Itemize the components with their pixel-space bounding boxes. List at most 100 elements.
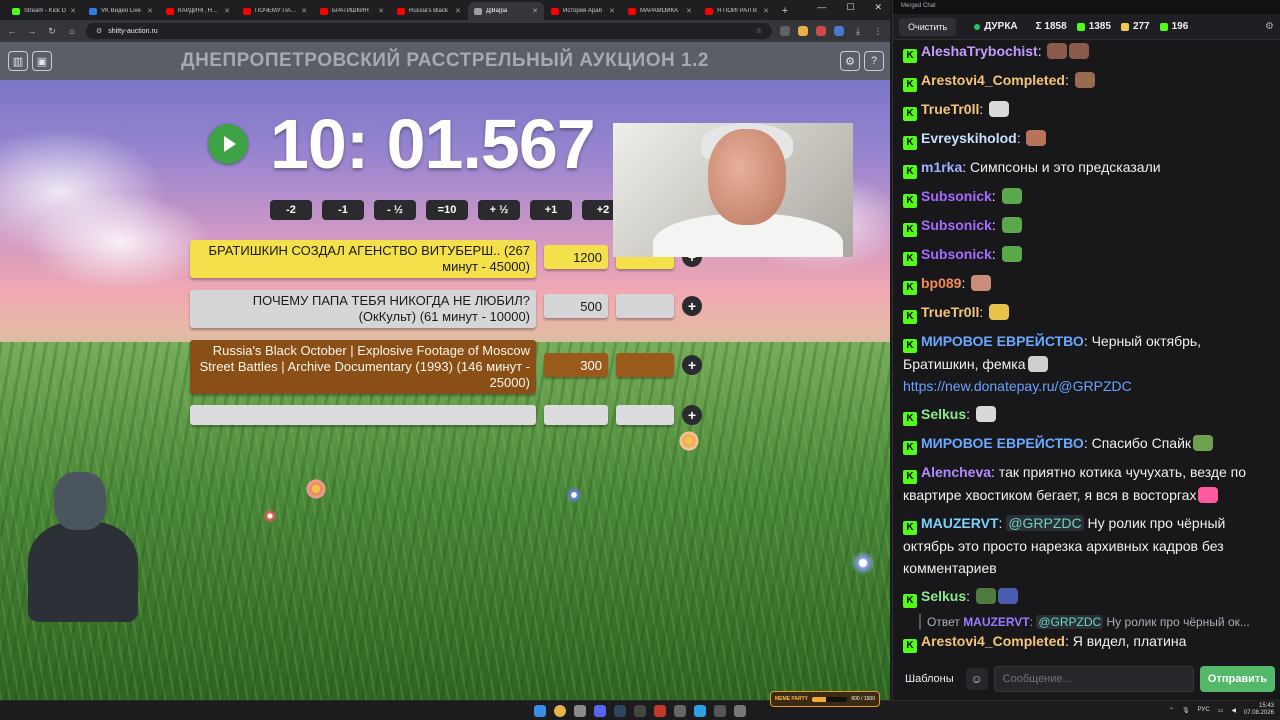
lot-amount-field[interactable]: 500 bbox=[544, 294, 608, 318]
save-icon[interactable]: ▣ bbox=[32, 51, 52, 71]
chat-username[interactable]: Alencheva bbox=[921, 464, 991, 480]
clock[interactable]: 15:43 07.08.2026 bbox=[1244, 703, 1274, 717]
telegram-icon[interactable] bbox=[694, 704, 706, 717]
tab-close-icon[interactable]: ✕ bbox=[301, 7, 307, 15]
lot-name[interactable]: ПОЧЕМУ ПАПА ТЕБЯ НИКОГДА НЕ ЛЮБИЛ? (ОкКу… bbox=[190, 290, 536, 328]
time-adjust-button[interactable]: -1 bbox=[322, 200, 364, 220]
chat-username[interactable]: TrueTr0ll bbox=[921, 101, 979, 117]
close-icon[interactable]: ✕ bbox=[874, 2, 882, 13]
taskbar-app-icon[interactable] bbox=[734, 704, 746, 717]
mention[interactable]: @GRPZDC bbox=[1036, 615, 1104, 629]
time-adjust-button[interactable]: +1 bbox=[530, 200, 572, 220]
url-field[interactable]: ⚙ shitty-auction.ru ☆ bbox=[86, 23, 772, 39]
browser-tab[interactable]: Я ПОИГРАЛ В ✕ bbox=[699, 2, 775, 20]
help-icon[interactable]: ? bbox=[864, 51, 884, 71]
download-icon[interactable]: ⤓ bbox=[852, 26, 864, 37]
lot-amount-field[interactable]: 300 bbox=[544, 353, 608, 377]
lot-extra-field[interactable] bbox=[616, 405, 674, 425]
sidebar-toggle-button[interactable]: ▥ bbox=[8, 51, 28, 71]
chat-username[interactable]: Selkus bbox=[921, 406, 966, 422]
minimize-icon[interactable]: — bbox=[817, 2, 826, 13]
tab-close-icon[interactable]: ✕ bbox=[609, 7, 615, 15]
browser-tab[interactable]: МАРАМОЙКА ✕ bbox=[622, 2, 698, 20]
browser-tab[interactable]: ПОЧЕМУ ПАПА ✕ bbox=[237, 2, 313, 20]
browser-tab[interactable]: Д|Ва|ра ✕ bbox=[468, 2, 544, 20]
emoji-icon[interactable]: ☺ bbox=[965, 668, 988, 690]
tab-close-icon[interactable]: ✕ bbox=[147, 7, 153, 15]
browser-tab[interactable]: БРАТИШКИН ✕ bbox=[314, 2, 390, 20]
send-button[interactable]: Отправить bbox=[1199, 666, 1275, 692]
browser-tab[interactable]: История Араб ✕ bbox=[545, 2, 621, 20]
time-adjust-button[interactable]: + ½ bbox=[478, 200, 520, 220]
taskbar-app-icon[interactable] bbox=[654, 704, 666, 717]
chat-username[interactable]: AleshaTrybochist bbox=[921, 43, 1038, 59]
reply-username[interactable]: MAUZERVT bbox=[963, 615, 1029, 629]
new-tab-button[interactable]: + bbox=[776, 2, 794, 20]
extension-icon[interactable] bbox=[798, 26, 808, 36]
volume-icon[interactable]: ◀ bbox=[1231, 707, 1236, 714]
windows-start-icon[interactable] bbox=[534, 704, 546, 717]
browser-tab[interactable]: КАРДИНГ, НАС ✕ bbox=[160, 2, 236, 20]
lot-extra-field[interactable] bbox=[616, 353, 674, 377]
browser-tab[interactable]: Stream - Kick D ✕ bbox=[6, 2, 82, 20]
tab-close-icon[interactable]: ✕ bbox=[763, 7, 769, 15]
chat-username[interactable]: Arestovi4_Completed bbox=[921, 633, 1065, 649]
tab-close-icon[interactable]: ✕ bbox=[378, 7, 384, 15]
steam-icon[interactable] bbox=[614, 704, 626, 717]
microphone-icon[interactable]: 🎙 bbox=[1182, 707, 1190, 714]
message-input[interactable] bbox=[993, 666, 1194, 692]
chat-username[interactable]: Subsonick bbox=[921, 188, 992, 204]
chat-username[interactable]: МИРОВОЕ ЕВРЕЙСТВО bbox=[921, 435, 1084, 451]
time-adjust-button[interactable]: =10 bbox=[426, 200, 468, 220]
chat-username[interactable]: Arestovi4_Completed bbox=[921, 72, 1065, 88]
tab-close-icon[interactable]: ✕ bbox=[686, 7, 692, 15]
settings-icon[interactable]: ⚙ bbox=[840, 51, 860, 71]
forward-icon[interactable]: → bbox=[26, 26, 38, 36]
obs-icon[interactable] bbox=[634, 704, 646, 717]
chrome-icon[interactable] bbox=[554, 704, 566, 717]
taskbar-app-icon[interactable] bbox=[714, 704, 726, 717]
chat-username[interactable]: m1rka bbox=[921, 159, 962, 175]
home-icon[interactable]: ⌂ bbox=[66, 26, 78, 36]
tray-chevron-icon[interactable]: ⌃ bbox=[1169, 707, 1174, 714]
clear-chat-button[interactable]: Очистить bbox=[899, 17, 957, 36]
chat-username[interactable]: Subsonick bbox=[921, 217, 992, 233]
add-to-lot-button[interactable]: + bbox=[682, 405, 702, 425]
chat-settings-icon[interactable]: ⚙ bbox=[1265, 21, 1274, 32]
network-icon[interactable]: ▭ bbox=[1218, 707, 1224, 714]
templates-button[interactable]: Шаблоны bbox=[899, 667, 960, 691]
chat-username[interactable]: MAUZERVT bbox=[921, 515, 999, 531]
tab-close-icon[interactable]: ✕ bbox=[224, 7, 230, 15]
chat-username[interactable]: Subsonick bbox=[921, 246, 992, 262]
chat-username[interactable]: TrueTr0ll bbox=[921, 304, 979, 320]
play-button[interactable] bbox=[208, 124, 248, 164]
mention[interactable]: @GRPZDC bbox=[1006, 515, 1084, 531]
extension-icon[interactable] bbox=[780, 26, 790, 36]
lot-amount-field[interactable]: 1200 bbox=[544, 245, 608, 269]
time-adjust-button[interactable]: -2 bbox=[270, 200, 312, 220]
reload-icon[interactable]: ↻ bbox=[46, 26, 58, 37]
chat-username[interactable]: bp089 bbox=[921, 275, 961, 291]
extension-icon[interactable] bbox=[816, 26, 826, 36]
chat-username[interactable]: Selkus bbox=[921, 588, 966, 604]
taskbar-app-icon[interactable] bbox=[574, 704, 586, 717]
tab-close-icon[interactable]: ✕ bbox=[532, 7, 538, 15]
discord-icon[interactable] bbox=[594, 704, 606, 717]
language-indicator[interactable]: РУС bbox=[1198, 707, 1210, 713]
lot-name[interactable] bbox=[190, 405, 536, 425]
back-icon[interactable]: ← bbox=[6, 26, 18, 36]
bookmark-star-icon[interactable]: ☆ bbox=[756, 27, 762, 35]
taskbar-app-icon[interactable] bbox=[674, 704, 686, 717]
tab-close-icon[interactable]: ✕ bbox=[70, 7, 76, 15]
menu-icon[interactable]: ⋮ bbox=[872, 26, 884, 37]
tab-close-icon[interactable]: ✕ bbox=[455, 7, 461, 15]
lot-name[interactable]: БРАТИШКИН СОЗДАЛ АГЕНСТВО ВИТУБЕРШ.. (26… bbox=[190, 240, 536, 278]
chat-link[interactable]: https://new.donatepay.ru/@GRPZDC bbox=[903, 378, 1132, 394]
maximize-icon[interactable]: ☐ bbox=[846, 2, 854, 13]
lot-name[interactable]: Russia's Black October | Explosive Foota… bbox=[190, 340, 536, 394]
browser-tab[interactable]: VK Видео Live ✕ bbox=[83, 2, 159, 20]
site-info-icon[interactable]: ⚙ bbox=[96, 27, 102, 35]
browser-tab[interactable]: Russia's Black ✕ bbox=[391, 2, 467, 20]
chat-username[interactable]: МИРОВОЕ ЕВРЕЙСТВО bbox=[921, 333, 1084, 349]
lot-extra-field[interactable] bbox=[616, 294, 674, 318]
